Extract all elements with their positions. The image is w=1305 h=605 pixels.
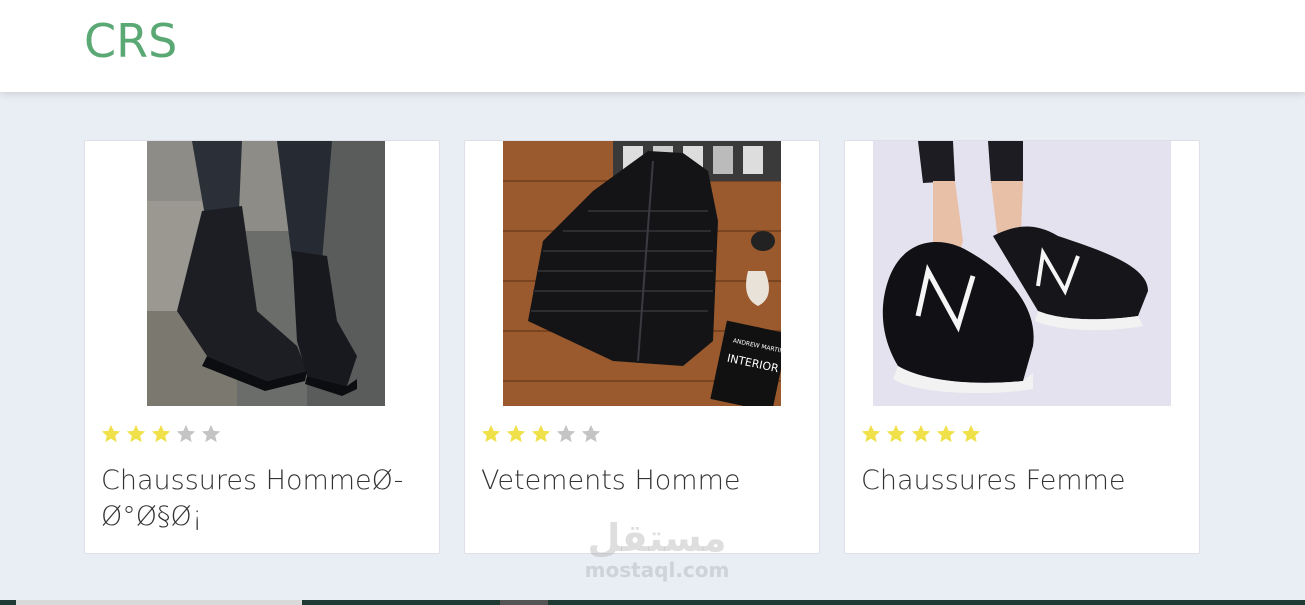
star-empty-icon (201, 424, 221, 443)
star-rating (480, 423, 602, 445)
watermark-url: mostaql.com (584, 558, 730, 582)
star-filled-icon (151, 424, 171, 443)
star-empty-icon (556, 424, 576, 443)
star-empty-icon (176, 424, 196, 443)
product-image-men-boots[interactable] (147, 141, 385, 406)
taskbar-segment (16, 600, 302, 605)
star-filled-icon (126, 424, 146, 443)
star-filled-icon (886, 424, 906, 443)
taskbar-segment (500, 600, 548, 605)
product-card[interactable]: Chaussures Femme (844, 140, 1200, 554)
product-title[interactable]: Chaussures HommeØ-Ø°Ø§Ø¡ (101, 463, 421, 535)
star-rating (860, 423, 982, 445)
bottom-taskbar-strip (0, 600, 1305, 605)
star-filled-icon (961, 424, 981, 443)
product-image-women-sneakers[interactable] (873, 141, 1171, 406)
star-filled-icon (911, 424, 931, 443)
star-empty-icon (581, 424, 601, 443)
star-rating (100, 423, 222, 445)
star-filled-icon (861, 424, 881, 443)
brand-logo[interactable]: CRS (84, 16, 177, 66)
star-filled-icon (101, 424, 121, 443)
product-card[interactable]: ANDREW MARTIN INTERIOR DESIGN REVIEW Vet… (464, 140, 820, 554)
star-filled-icon (506, 424, 526, 443)
star-filled-icon (936, 424, 956, 443)
star-filled-icon (481, 424, 501, 443)
product-card[interactable]: Chaussures HommeØ-Ø°Ø§Ø¡ (84, 140, 440, 554)
watermark: مستقل mostaql.com (572, 518, 742, 582)
navbar: CRS (0, 0, 1305, 92)
product-image-men-vest[interactable]: ANDREW MARTIN INTERIOR DESIGN REVIEW (503, 141, 781, 406)
product-title[interactable]: Chaussures Femme (861, 463, 1181, 499)
star-filled-icon (531, 424, 551, 443)
watermark-logo: مستقل (587, 516, 727, 560)
product-title[interactable]: Vetements Homme (481, 463, 801, 499)
